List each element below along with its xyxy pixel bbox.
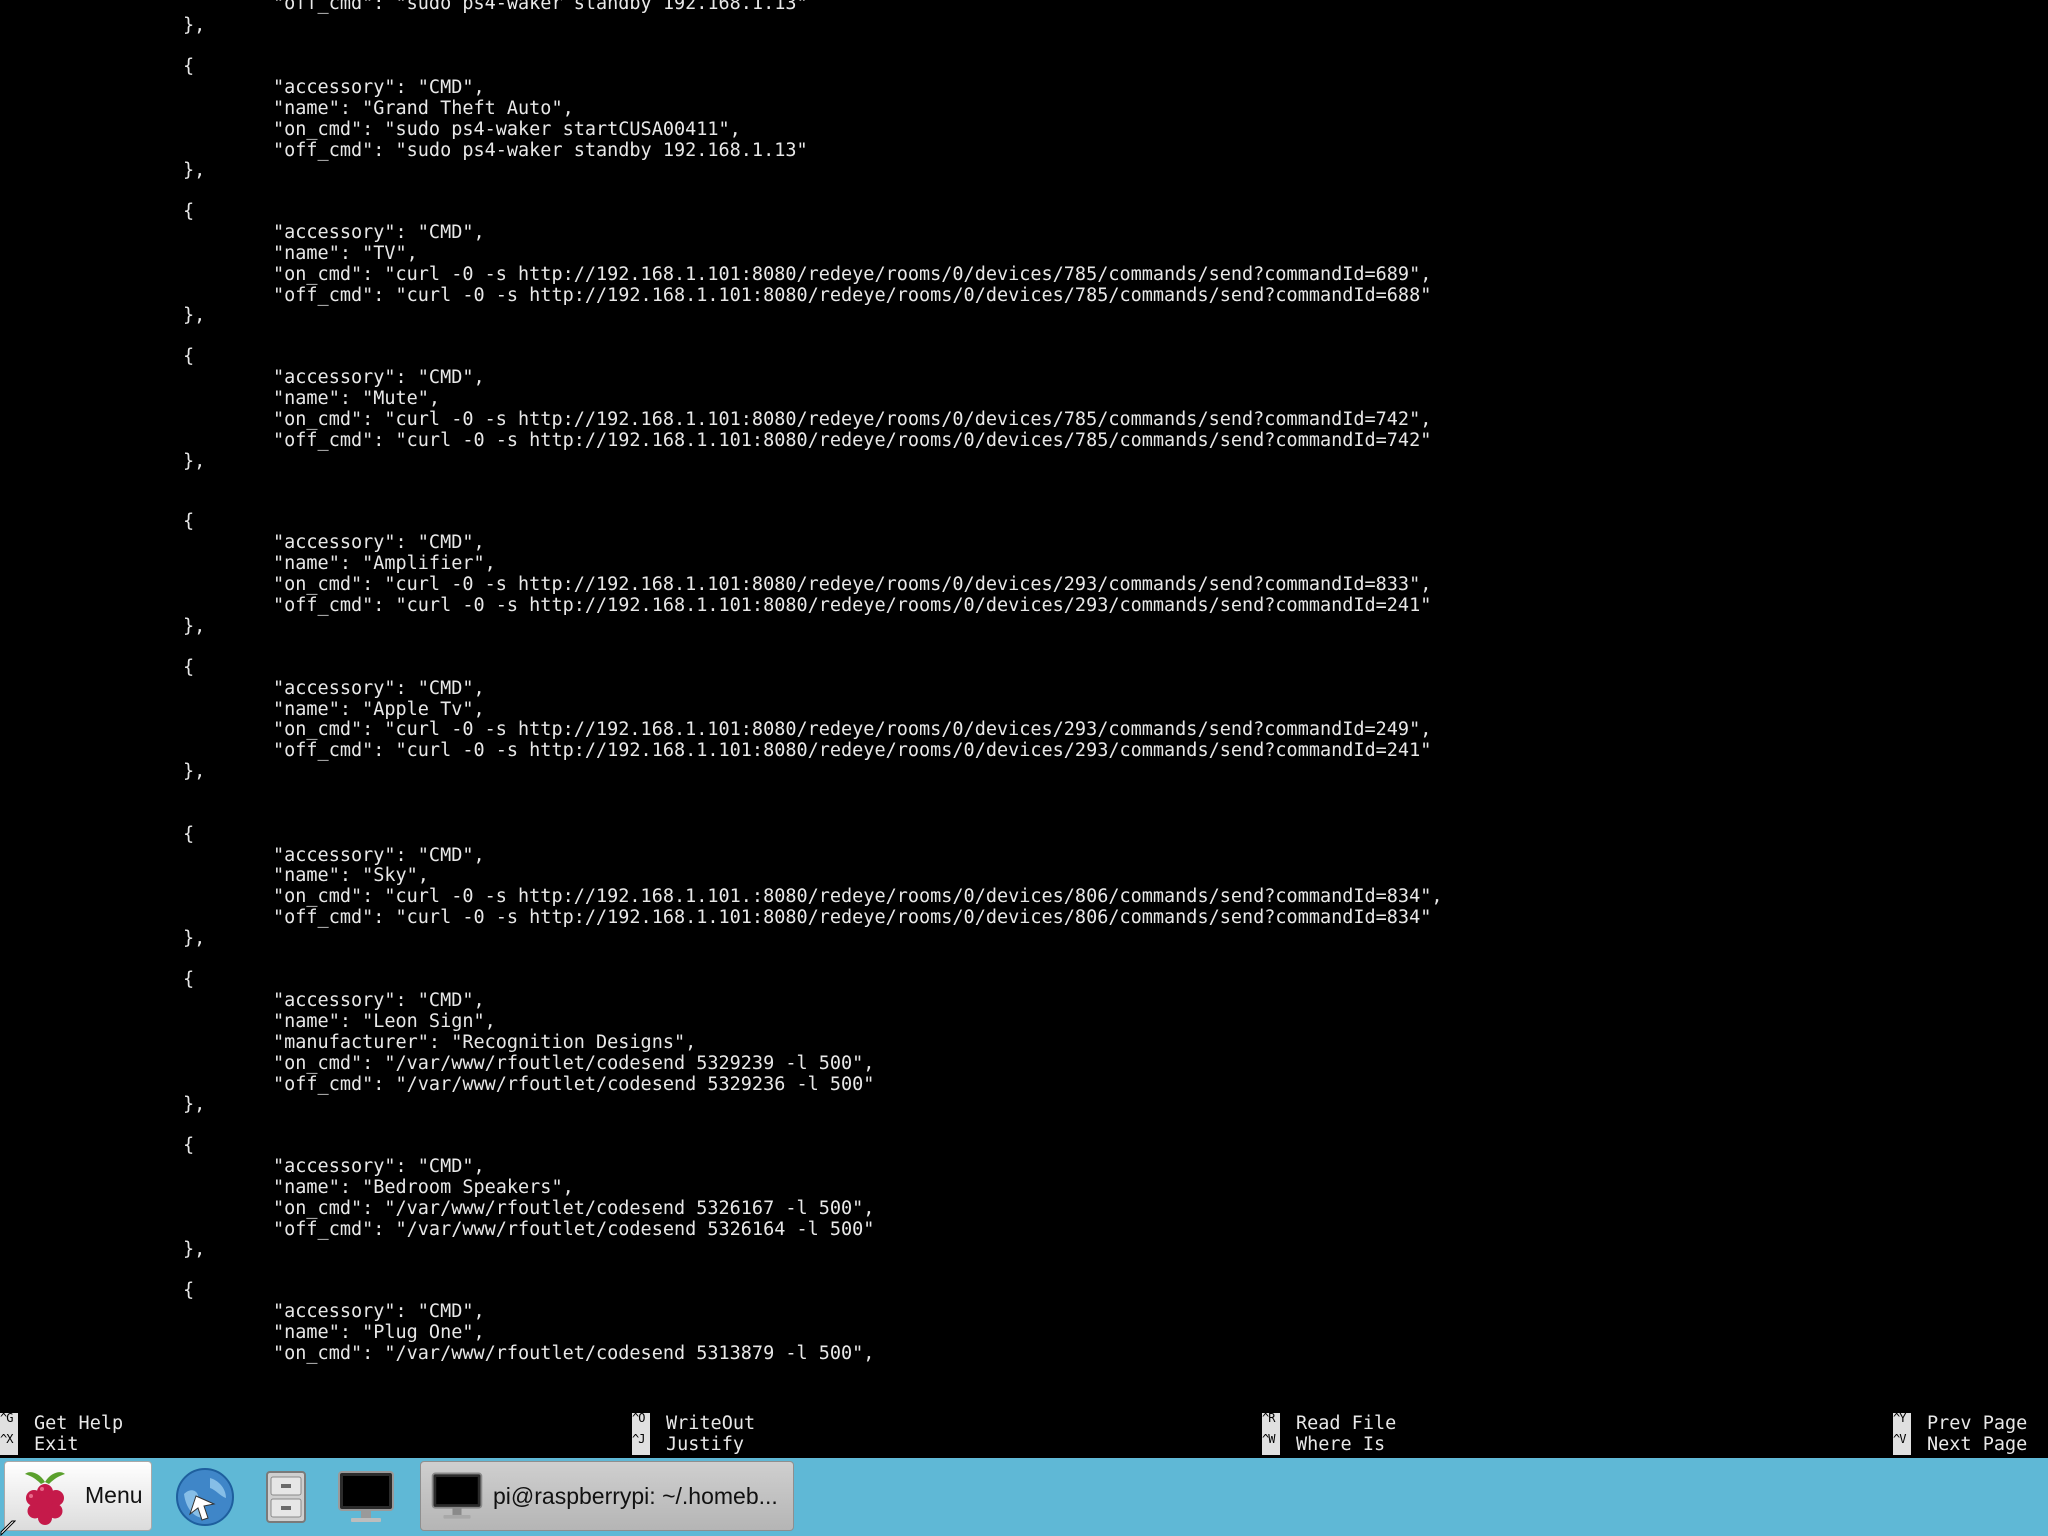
editor-line: {	[183, 201, 195, 222]
taskbar: Menu pi@raspberrypi: ~/.homeb...	[0, 1458, 2048, 1536]
web-browser-icon	[176, 1468, 234, 1526]
editor-line: },	[183, 1239, 206, 1260]
editor-line: "accessory": "CMD",	[273, 678, 485, 699]
editor-line: "on_cmd": "sudo ps4-waker startCUSA00411…	[273, 119, 741, 140]
web-browser-launcher[interactable]	[174, 1466, 236, 1528]
editor-line: },	[183, 15, 206, 36]
editor-line: "on_cmd": "/var/www/rfoutlet/codesend 53…	[273, 1053, 875, 1074]
editor-line: "accessory": "CMD",	[273, 367, 485, 388]
terminal-icon	[338, 1471, 394, 1522]
shortcut-get-help[interactable]: ^G Get Help	[0, 1413, 123, 1434]
menu-button[interactable]: Menu	[4, 1461, 152, 1531]
shortcut-key: ^X	[0, 1434, 18, 1455]
editor-line: "accessory": "CMD",	[273, 1156, 485, 1177]
editor-line: {	[183, 969, 195, 990]
editor-line: "off_cmd": "curl -0 -s http://192.168.1.…	[273, 907, 1432, 928]
editor-line: "off_cmd": "/var/www/rfoutlet/codesend 5…	[273, 1219, 875, 1240]
shortcut-label: Read File	[1296, 1413, 1397, 1434]
editor-line: },	[183, 160, 206, 181]
mouse-cursor-icon	[0, 1520, 16, 1536]
shortcut-read-file[interactable]: ^R Read File	[1262, 1413, 1396, 1434]
raspberry-pi-logo-icon	[25, 1472, 65, 1525]
shortcut-label: WriteOut	[666, 1413, 756, 1434]
editor-line: "off_cmd": "curl -0 -s http://192.168.1.…	[273, 285, 1432, 306]
shortcut-prev-page[interactable]: ^Y Prev Page	[1893, 1413, 2027, 1434]
editor-line: "name": "Mute",	[273, 388, 441, 409]
editor-line: {	[183, 346, 195, 367]
editor-line: "on_cmd": "/var/www/rfoutlet/codesend 53…	[273, 1198, 875, 1219]
editor-line: },	[183, 928, 206, 949]
editor-line: "name": "Amplifier",	[273, 553, 496, 574]
editor-line: {	[183, 511, 195, 532]
editor-line: "name": "Bedroom Speakers",	[273, 1177, 574, 1198]
editor-line: "name": "Sky",	[273, 865, 429, 886]
editor-line: {	[183, 824, 195, 845]
editor-line: "on_cmd": "curl -0 -s http://192.168.1.1…	[273, 886, 1443, 907]
shortcut-key: ^R	[1262, 1413, 1280, 1434]
window-title: pi@raspberrypi: ~/.homeb...	[493, 1483, 778, 1509]
editor-line: "off_cmd": "curl -0 -s http://192.168.1.…	[273, 595, 1432, 616]
nano-shortcut-bar: ^G Get Help ^O WriteOut ^R Read File ^Y Prev…	[0, 1413, 2048, 1458]
terminal-window-icon	[431, 1472, 483, 1519]
editor-line: "manufacturer": "Recognition Designs",	[273, 1032, 697, 1053]
editor-line: "off_cmd": "curl -0 -s http://192.168.1.…	[273, 740, 1432, 761]
shortcut-label: Next Page	[1927, 1434, 2028, 1455]
editor-line: "accessory": "CMD",	[273, 1301, 485, 1322]
editor-line: "off_cmd": "sudo ps4-waker standby 192.1…	[273, 0, 808, 14]
editor-line: "on_cmd": "curl -0 -s http://192.168.1.1…	[273, 719, 1432, 740]
editor-line: {	[183, 1280, 195, 1301]
shortcut-key: ^W	[1262, 1434, 1280, 1455]
editor-line: {	[183, 657, 195, 678]
editor-line: },	[183, 616, 206, 637]
nano-editor-text-area[interactable]: "off_cmd": "sudo ps4-waker standby 192.1…	[0, 0, 2048, 1413]
editor-line: "accessory": "CMD",	[273, 845, 485, 866]
editor-line: "on_cmd": "curl -0 -s http://192.168.1.1…	[273, 574, 1432, 595]
file-manager-icon	[266, 1471, 306, 1523]
editor-line: "off_cmd": "sudo ps4-waker standby 192.1…	[273, 140, 808, 161]
shortcut-exit[interactable]: ^X Exit	[0, 1434, 79, 1455]
editor-line: "accessory": "CMD",	[273, 77, 485, 98]
editor-line: "name": "Leon Sign",	[273, 1011, 496, 1032]
editor-line: "on_cmd": "curl -0 -s http://192.168.1.1…	[273, 264, 1432, 285]
shortcut-next-page[interactable]: ^V Next Page	[1893, 1434, 2027, 1455]
editor-line: "name": "Apple Tv",	[273, 699, 485, 720]
terminal-launcher[interactable]	[335, 1466, 397, 1528]
shortcut-key: ^O	[632, 1413, 650, 1434]
editor-line: },	[183, 1094, 206, 1115]
editor-line: "accessory": "CMD",	[273, 222, 485, 243]
shortcut-key: ^Y	[1893, 1413, 1911, 1434]
editor-line: "on_cmd": "/var/www/rfoutlet/codesend 53…	[273, 1343, 875, 1364]
editor-line: "accessory": "CMD",	[273, 532, 485, 553]
taskbar-window-terminal[interactable]: pi@raspberrypi: ~/.homeb...	[420, 1461, 794, 1531]
editor-line: "name": "Grand Theft Auto",	[273, 98, 574, 119]
shortcut-key: ^G	[0, 1413, 18, 1434]
editor-line: },	[183, 451, 206, 472]
file-manager-launcher[interactable]	[255, 1466, 317, 1528]
editor-line: {	[183, 1135, 195, 1156]
editor-line: },	[183, 761, 206, 782]
shortcut-justify[interactable]: ^J Justify	[632, 1434, 744, 1455]
shortcut-key: ^V	[1893, 1434, 1911, 1455]
editor-line: "on_cmd": "curl -0 -s http://192.168.1.1…	[273, 409, 1432, 430]
editor-line: {	[183, 56, 195, 77]
shortcut-label: Prev Page	[1927, 1413, 2028, 1434]
shortcut-label: Exit	[34, 1434, 79, 1455]
shortcut-where-is[interactable]: ^W Where Is	[1262, 1434, 1385, 1455]
editor-line: "accessory": "CMD",	[273, 990, 485, 1011]
shortcut-label: Get Help	[34, 1413, 124, 1434]
editor-line: "name": "Plug One",	[273, 1322, 485, 1343]
editor-line: "off_cmd": "curl -0 -s http://192.168.1.…	[273, 430, 1432, 451]
editor-line: },	[183, 305, 206, 326]
shortcut-label: Where Is	[1296, 1434, 1386, 1455]
shortcut-writeout[interactable]: ^O WriteOut	[632, 1413, 755, 1434]
shortcut-key: ^J	[632, 1434, 650, 1455]
menu-label: Menu	[85, 1482, 143, 1508]
editor-line: "name": "TV",	[273, 243, 418, 264]
shortcut-label: Justify	[666, 1434, 744, 1455]
editor-line: "off_cmd": "/var/www/rfoutlet/codesend 5…	[273, 1074, 875, 1095]
